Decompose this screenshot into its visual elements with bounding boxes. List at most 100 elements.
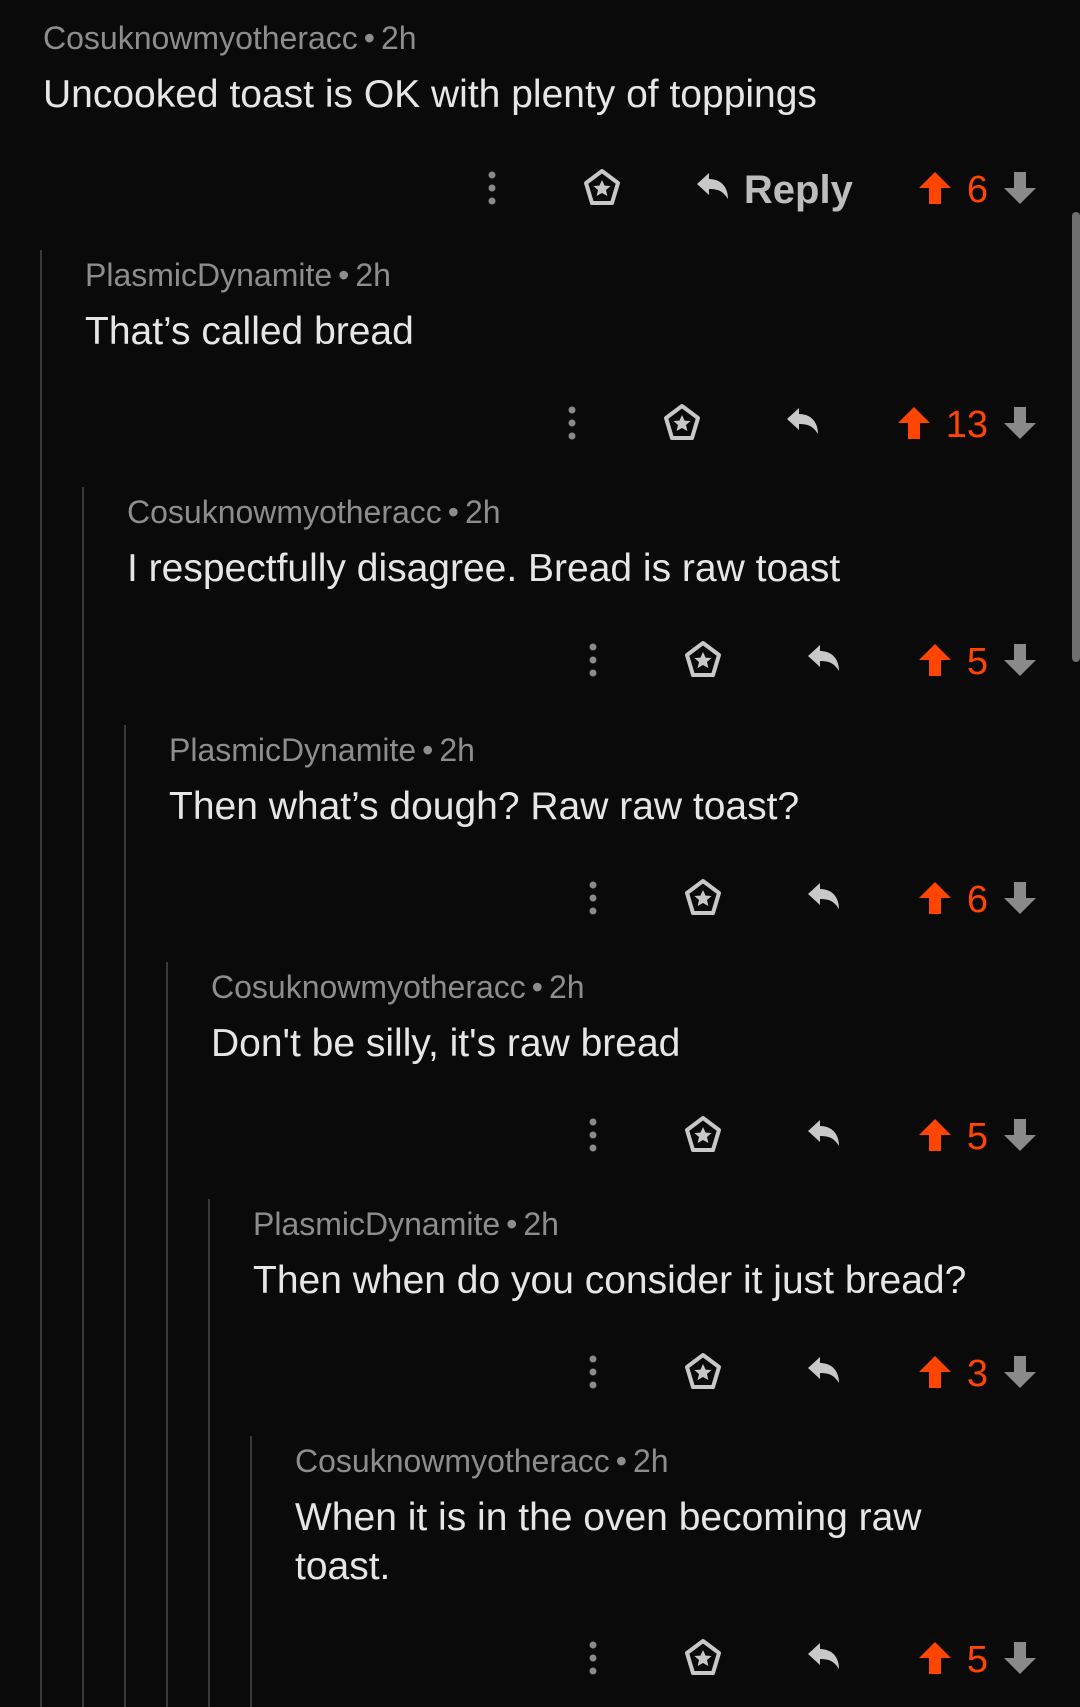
comment-actions: 5 [573, 1107, 1038, 1167]
reply-button[interactable]: Reply [692, 168, 853, 213]
upvote-button[interactable] [917, 1354, 953, 1395]
comment-time: 2h [549, 969, 585, 1005]
meta-separator: • [531, 969, 543, 1005]
reply-button[interactable] [793, 640, 853, 685]
comment-meta: PlasmicDynamite • 2h [253, 1204, 1053, 1244]
upvote-button[interactable] [917, 642, 953, 683]
downvote-button[interactable] [1002, 642, 1038, 683]
upvote-arrow-icon [917, 1640, 953, 1681]
comment-actions: 13 [552, 395, 1038, 455]
upvote-arrow-icon [896, 405, 932, 446]
comment-meta: PlasmicDynamite • 2h [169, 730, 1029, 770]
vote-controls: 5 [917, 641, 1038, 684]
downvote-arrow-icon [1002, 170, 1038, 211]
thread-line-2[interactable] [82, 487, 84, 1707]
upvote-button[interactable] [917, 1117, 953, 1158]
upvote-arrow-icon [917, 880, 953, 921]
comment: Cosuknowmyotheracc • 2h I respectfully dis… [127, 492, 1027, 593]
award-icon [683, 1638, 723, 1683]
award-button[interactable] [652, 403, 712, 448]
award-button[interactable] [673, 640, 733, 685]
downvote-button[interactable] [1002, 1640, 1038, 1681]
award-button[interactable] [572, 168, 632, 213]
comment: PlasmicDynamite • 2h Then when do you cons… [253, 1204, 1053, 1305]
comment-time: 2h [381, 20, 417, 56]
upvote-button[interactable] [917, 1640, 953, 1681]
comment-author[interactable]: PlasmicDynamite [169, 732, 416, 768]
meta-separator: • [363, 20, 375, 56]
reply-arrow-icon [803, 1638, 843, 1683]
reply-arrow-icon [782, 403, 822, 448]
downvote-arrow-icon [1002, 642, 1038, 683]
award-icon [683, 640, 723, 685]
comment-actions: Reply 6 [472, 160, 1038, 220]
upvote-arrow-icon [917, 1117, 953, 1158]
downvote-arrow-icon [1002, 405, 1038, 446]
comment-author[interactable]: PlasmicDynamite [253, 1206, 500, 1242]
downvote-button[interactable] [1002, 1117, 1038, 1158]
comment-body: That’s called bread [85, 310, 414, 353]
comment: PlasmicDynamite • 2h Then what’s dough? Ra… [169, 730, 1029, 831]
comment-actions: 5 [573, 632, 1038, 692]
reply-arrow-icon [803, 1115, 843, 1160]
more-options-button[interactable] [472, 171, 512, 210]
reply-button[interactable] [793, 1638, 853, 1683]
reply-button[interactable] [793, 878, 853, 923]
upvote-button[interactable] [917, 170, 953, 211]
comment-author[interactable]: PlasmicDynamite [85, 257, 332, 293]
more-options-button[interactable] [552, 406, 592, 445]
more-options-button[interactable] [573, 643, 613, 682]
award-button[interactable] [673, 1115, 733, 1160]
comment-body: Then when do you consider it just bread? [253, 1259, 967, 1302]
vote-controls: 13 [896, 404, 1038, 447]
reply-button[interactable] [772, 403, 832, 448]
comment-meta: Cosuknowmyotheracc • 2h [211, 967, 1031, 1007]
more-options-button[interactable] [573, 1641, 613, 1680]
more-vertical-icon [488, 171, 496, 210]
comment-time: 2h [633, 1443, 669, 1479]
upvote-button[interactable] [917, 880, 953, 921]
award-button[interactable] [673, 1638, 733, 1683]
thread-line-4[interactable] [166, 962, 168, 1707]
downvote-arrow-icon [1002, 1117, 1038, 1158]
more-options-button[interactable] [573, 1355, 613, 1394]
reply-button[interactable] [793, 1115, 853, 1160]
vote-controls: 3 [917, 1353, 1038, 1396]
comment-author[interactable]: Cosuknowmyotheracc [127, 494, 442, 530]
thread-line-6[interactable] [250, 1436, 252, 1707]
downvote-button[interactable] [1002, 170, 1038, 211]
comment-author[interactable]: Cosuknowmyotheracc [295, 1443, 610, 1479]
downvote-button[interactable] [1002, 405, 1038, 446]
upvote-button[interactable] [896, 405, 932, 446]
vote-score: 5 [966, 1638, 988, 1681]
thread-line-1[interactable] [40, 250, 42, 1707]
vote-score: 5 [966, 1115, 988, 1158]
more-options-button[interactable] [573, 1118, 613, 1157]
comment-meta: PlasmicDynamite • 2h [85, 255, 1025, 295]
more-vertical-icon [589, 643, 597, 682]
award-button[interactable] [673, 878, 733, 923]
scrollbar[interactable] [1072, 212, 1080, 662]
more-options-button[interactable] [573, 881, 613, 920]
downvote-button[interactable] [1002, 880, 1038, 921]
downvote-arrow-icon [1002, 1354, 1038, 1395]
comment-meta: Cosuknowmyotheracc • 2h [295, 1441, 995, 1481]
comment-body: Then what’s dough? Raw raw toast? [169, 785, 800, 828]
downvote-arrow-icon [1002, 880, 1038, 921]
award-button[interactable] [673, 1352, 733, 1397]
thread-line-5[interactable] [208, 1199, 210, 1707]
comment-author[interactable]: Cosuknowmyotheracc [43, 20, 358, 56]
thread-line-3[interactable] [124, 725, 126, 1707]
meta-separator: • [615, 1443, 627, 1479]
comment-actions: 5 [573, 1630, 1038, 1690]
comment-author[interactable]: Cosuknowmyotheracc [211, 969, 526, 1005]
reply-button[interactable] [793, 1352, 853, 1397]
downvote-button[interactable] [1002, 1354, 1038, 1395]
comment-time: 2h [355, 257, 391, 293]
comment: Cosuknowmyotheracc • 2h Uncooked toast is … [43, 18, 1023, 119]
vote-score: 13 [945, 403, 988, 446]
upvote-arrow-icon [917, 1354, 953, 1395]
meta-separator: • [447, 494, 459, 530]
meta-separator: • [422, 732, 434, 768]
vote-controls: 5 [917, 1639, 1038, 1682]
